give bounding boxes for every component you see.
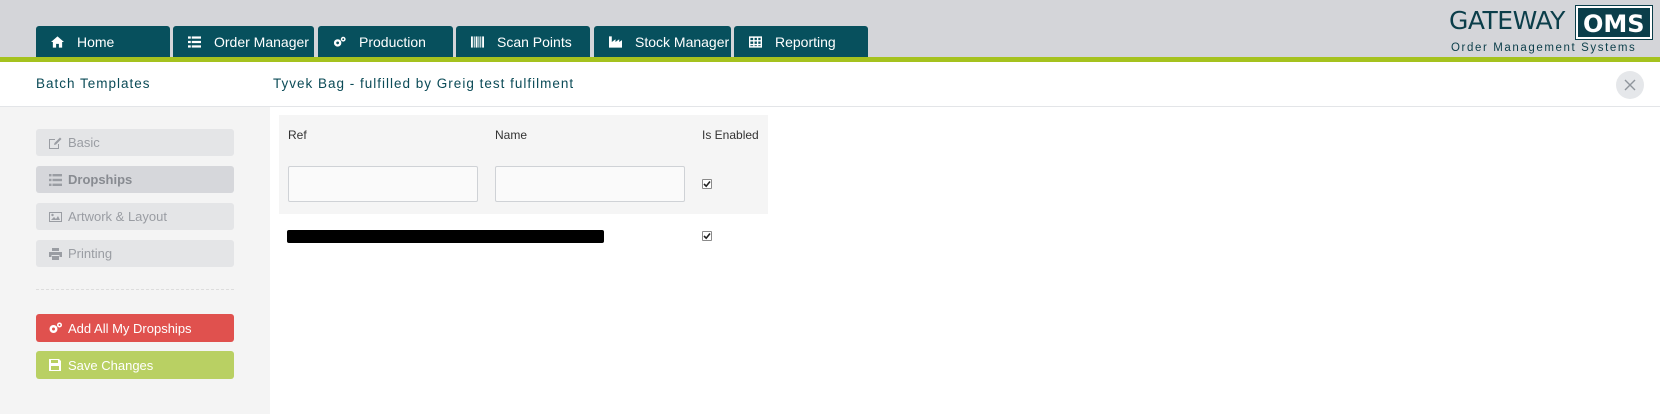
check-icon [703, 180, 711, 188]
tab-label: Reporting [775, 33, 836, 50]
redacted-row-content [287, 230, 604, 243]
sidebar-item-label: Printing [68, 246, 113, 261]
column-header-ref: Ref [288, 128, 307, 142]
cogs-icon [332, 36, 346, 48]
tab-home[interactable]: Home [36, 26, 170, 57]
gateway-oms-logo[interactable]: GATEWAY OMS Order Management Systems [1449, 5, 1653, 55]
logo-word: GATEWAY [1449, 6, 1565, 35]
home-icon [50, 35, 64, 48]
tab-production[interactable]: Production [318, 26, 453, 57]
tab-label: Scan Points [497, 33, 572, 50]
sidebar-item-label: Artwork & Layout [68, 209, 167, 224]
tab-scan-points[interactable]: Scan Points [456, 26, 590, 57]
button-label: Add All My Dropships [68, 320, 192, 336]
logo-tagline: Order Management Systems [1451, 42, 1637, 54]
sidebar-item-dropships[interactable]: Dropships [36, 166, 234, 193]
logo-box: OMS [1575, 5, 1653, 40]
sidebar-divider [36, 289, 234, 290]
sidebar-item-basic[interactable]: Basic [36, 129, 234, 156]
barcode-icon [470, 35, 484, 48]
tab-reporting[interactable]: Reporting [734, 26, 868, 57]
sidebar-item-printing[interactable]: Printing [36, 240, 234, 267]
column-header-name: Name [495, 128, 528, 142]
page-title: Tyvek Bag - fulfilled by Greig test fulf… [273, 76, 575, 91]
tab-label: Stock Manager [635, 33, 730, 50]
tab-label: Home [77, 33, 115, 50]
tab-order-manager[interactable]: Order Manager [173, 26, 314, 57]
row-enabled-checkbox[interactable] [702, 231, 712, 241]
close-icon [1624, 79, 1636, 91]
name-input[interactable] [495, 166, 685, 202]
close-button[interactable] [1616, 71, 1644, 99]
add-all-dropships-button[interactable]: Add All My Dropships [36, 314, 234, 342]
ref-input[interactable] [288, 166, 478, 202]
table-icon [748, 35, 762, 48]
check-icon [703, 232, 711, 240]
sidebar-item-artwork-layout[interactable]: Artwork & Layout [36, 203, 234, 230]
industry-icon [608, 35, 622, 48]
is-enabled-checkbox[interactable] [702, 179, 712, 189]
save-changes-button[interactable]: Save Changes [36, 351, 234, 379]
sidebar-item-label: Basic [68, 135, 100, 150]
tab-stock-manager[interactable]: Stock Manager [594, 26, 731, 57]
page-header: Batch Templates Tyvek Bag - fulfilled by… [0, 62, 1660, 107]
print-icon [49, 247, 62, 260]
image-icon [49, 211, 62, 223]
save-icon [49, 359, 62, 371]
tab-label: Production [359, 33, 426, 50]
tab-label: Order Manager [214, 33, 309, 50]
button-label: Save Changes [68, 357, 154, 373]
section-title: Batch Templates [36, 76, 151, 91]
top-nav-bar: Home Order Manager Production Scan Point… [0, 0, 1660, 57]
edit-icon [49, 137, 62, 149]
list-icon [49, 173, 62, 186]
list-icon [187, 35, 201, 48]
column-header-is-enabled: Is Enabled [702, 128, 759, 142]
sidebar-item-label: Dropships [68, 172, 133, 187]
cogs-icon [49, 322, 62, 334]
